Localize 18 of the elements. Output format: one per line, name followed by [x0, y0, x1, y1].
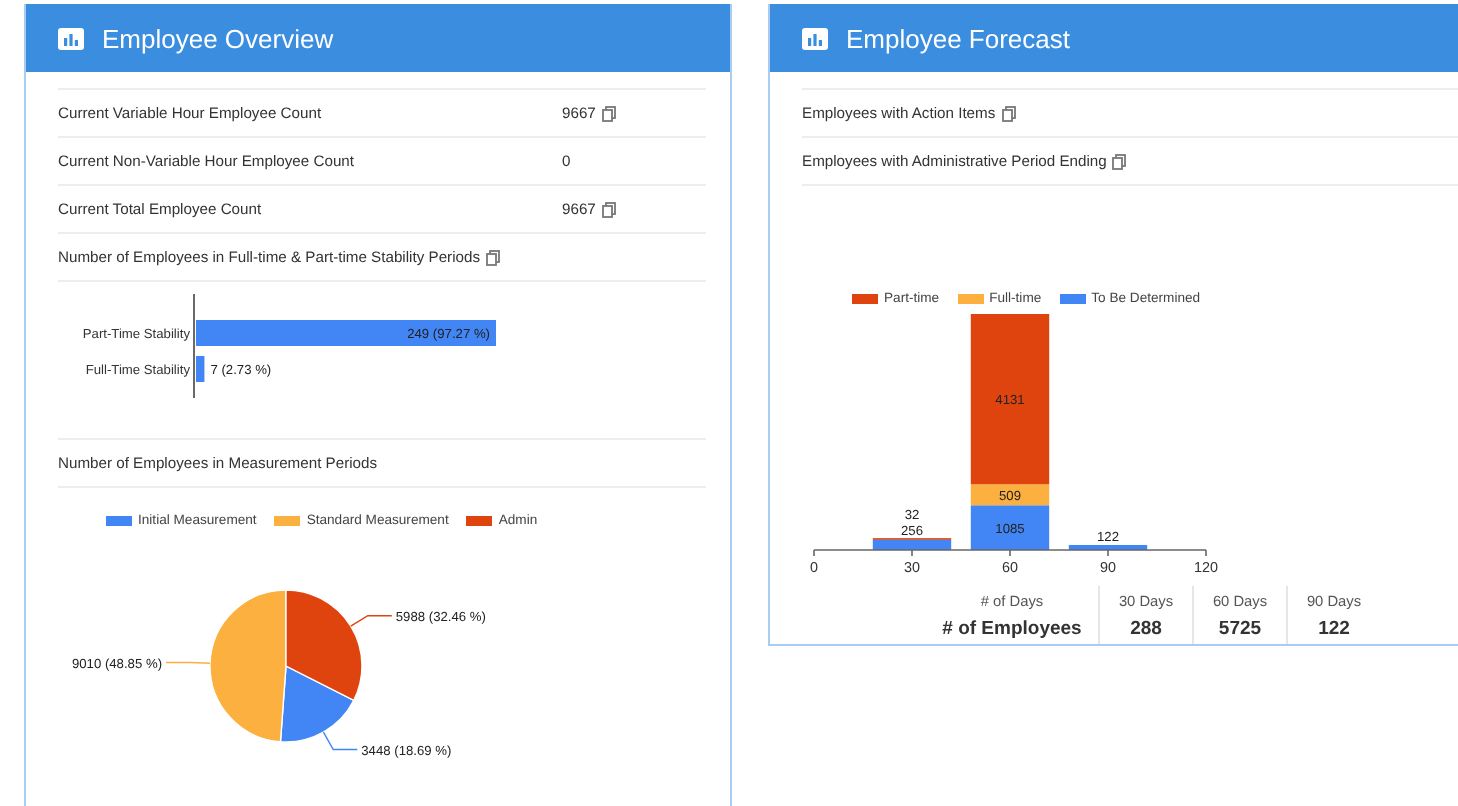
bar: [196, 356, 205, 382]
row-header: # of Employees: [942, 618, 1082, 640]
copy-icon[interactable]: [601, 201, 616, 217]
copy-icon[interactable]: [601, 105, 616, 121]
panel-title: Employee Forecast: [846, 23, 1070, 53]
table-cell: 288: [1130, 618, 1162, 640]
leader-line: [165, 661, 211, 664]
table-cell: 5725: [1218, 618, 1262, 640]
copy-icon[interactable]: [486, 249, 501, 265]
panel-title: Employee Overview: [102, 23, 334, 53]
bar-segment: [1068, 544, 1148, 550]
bar-chart-icon: [58, 27, 84, 49]
leader-line: [350, 615, 393, 627]
leader-line: [322, 731, 358, 751]
copy-icon[interactable]: [1001, 105, 1016, 121]
copy-icon[interactable]: [1112, 153, 1127, 169]
table-cell: 122: [1318, 618, 1350, 640]
bar-chart-icon: [802, 27, 828, 49]
